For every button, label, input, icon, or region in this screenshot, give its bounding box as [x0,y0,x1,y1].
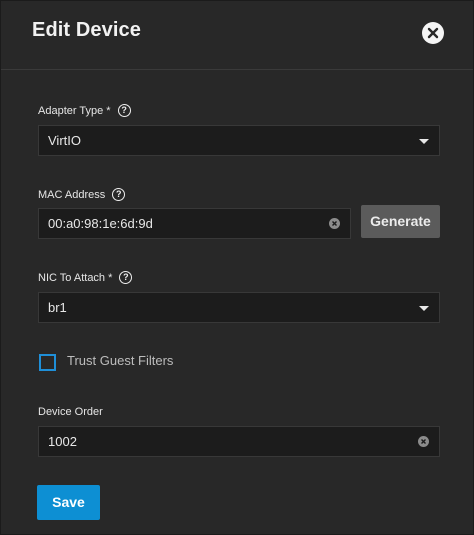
clear-icon[interactable] [329,218,340,229]
device-order-label-text: Device Order [38,406,103,418]
adapter-type-label-text: Adapter Type * [38,104,111,117]
mac-address-label: MAC Address ? [38,188,126,201]
device-order-label: Device Order [38,406,103,418]
nic-to-attach-label-text: NIC To Attach * [38,271,113,284]
save-button[interactable]: Save [37,485,100,520]
dialog-header: Edit Device [1,1,473,70]
close-button[interactable] [422,22,444,44]
mac-address-value: 00:a0:98:1e:6d:9d [48,216,153,231]
chevron-down-icon [419,139,429,144]
dialog-title: Edit Device [32,19,141,41]
adapter-type-label: Adapter Type * ? [38,104,131,117]
adapter-type-value: VirtIO [48,133,81,148]
edit-device-dialog: Edit Device Adapter Type * ? VirtIO MAC … [0,0,474,535]
help-icon[interactable]: ? [117,104,131,117]
help-icon[interactable]: ? [119,271,133,284]
mac-address-label-text: MAC Address [38,188,106,201]
device-order-value: 1002 [48,434,77,449]
adapter-type-select[interactable]: VirtIO [38,125,440,156]
nic-to-attach-value: br1 [48,300,67,315]
trust-guest-filters-label: Trust Guest Filters [67,353,174,368]
close-icon [427,27,439,39]
help-icon[interactable]: ? [112,188,126,201]
generate-button[interactable]: Generate [361,205,440,238]
trust-guest-filters-checkbox[interactable] [39,354,56,371]
clear-icon[interactable] [418,436,429,447]
mac-address-input[interactable]: 00:a0:98:1e:6d:9d [38,208,351,239]
nic-to-attach-label: NIC To Attach * ? [38,271,133,284]
chevron-down-icon [419,306,429,311]
device-order-input[interactable]: 1002 [38,426,440,457]
nic-to-attach-select[interactable]: br1 [38,292,440,323]
